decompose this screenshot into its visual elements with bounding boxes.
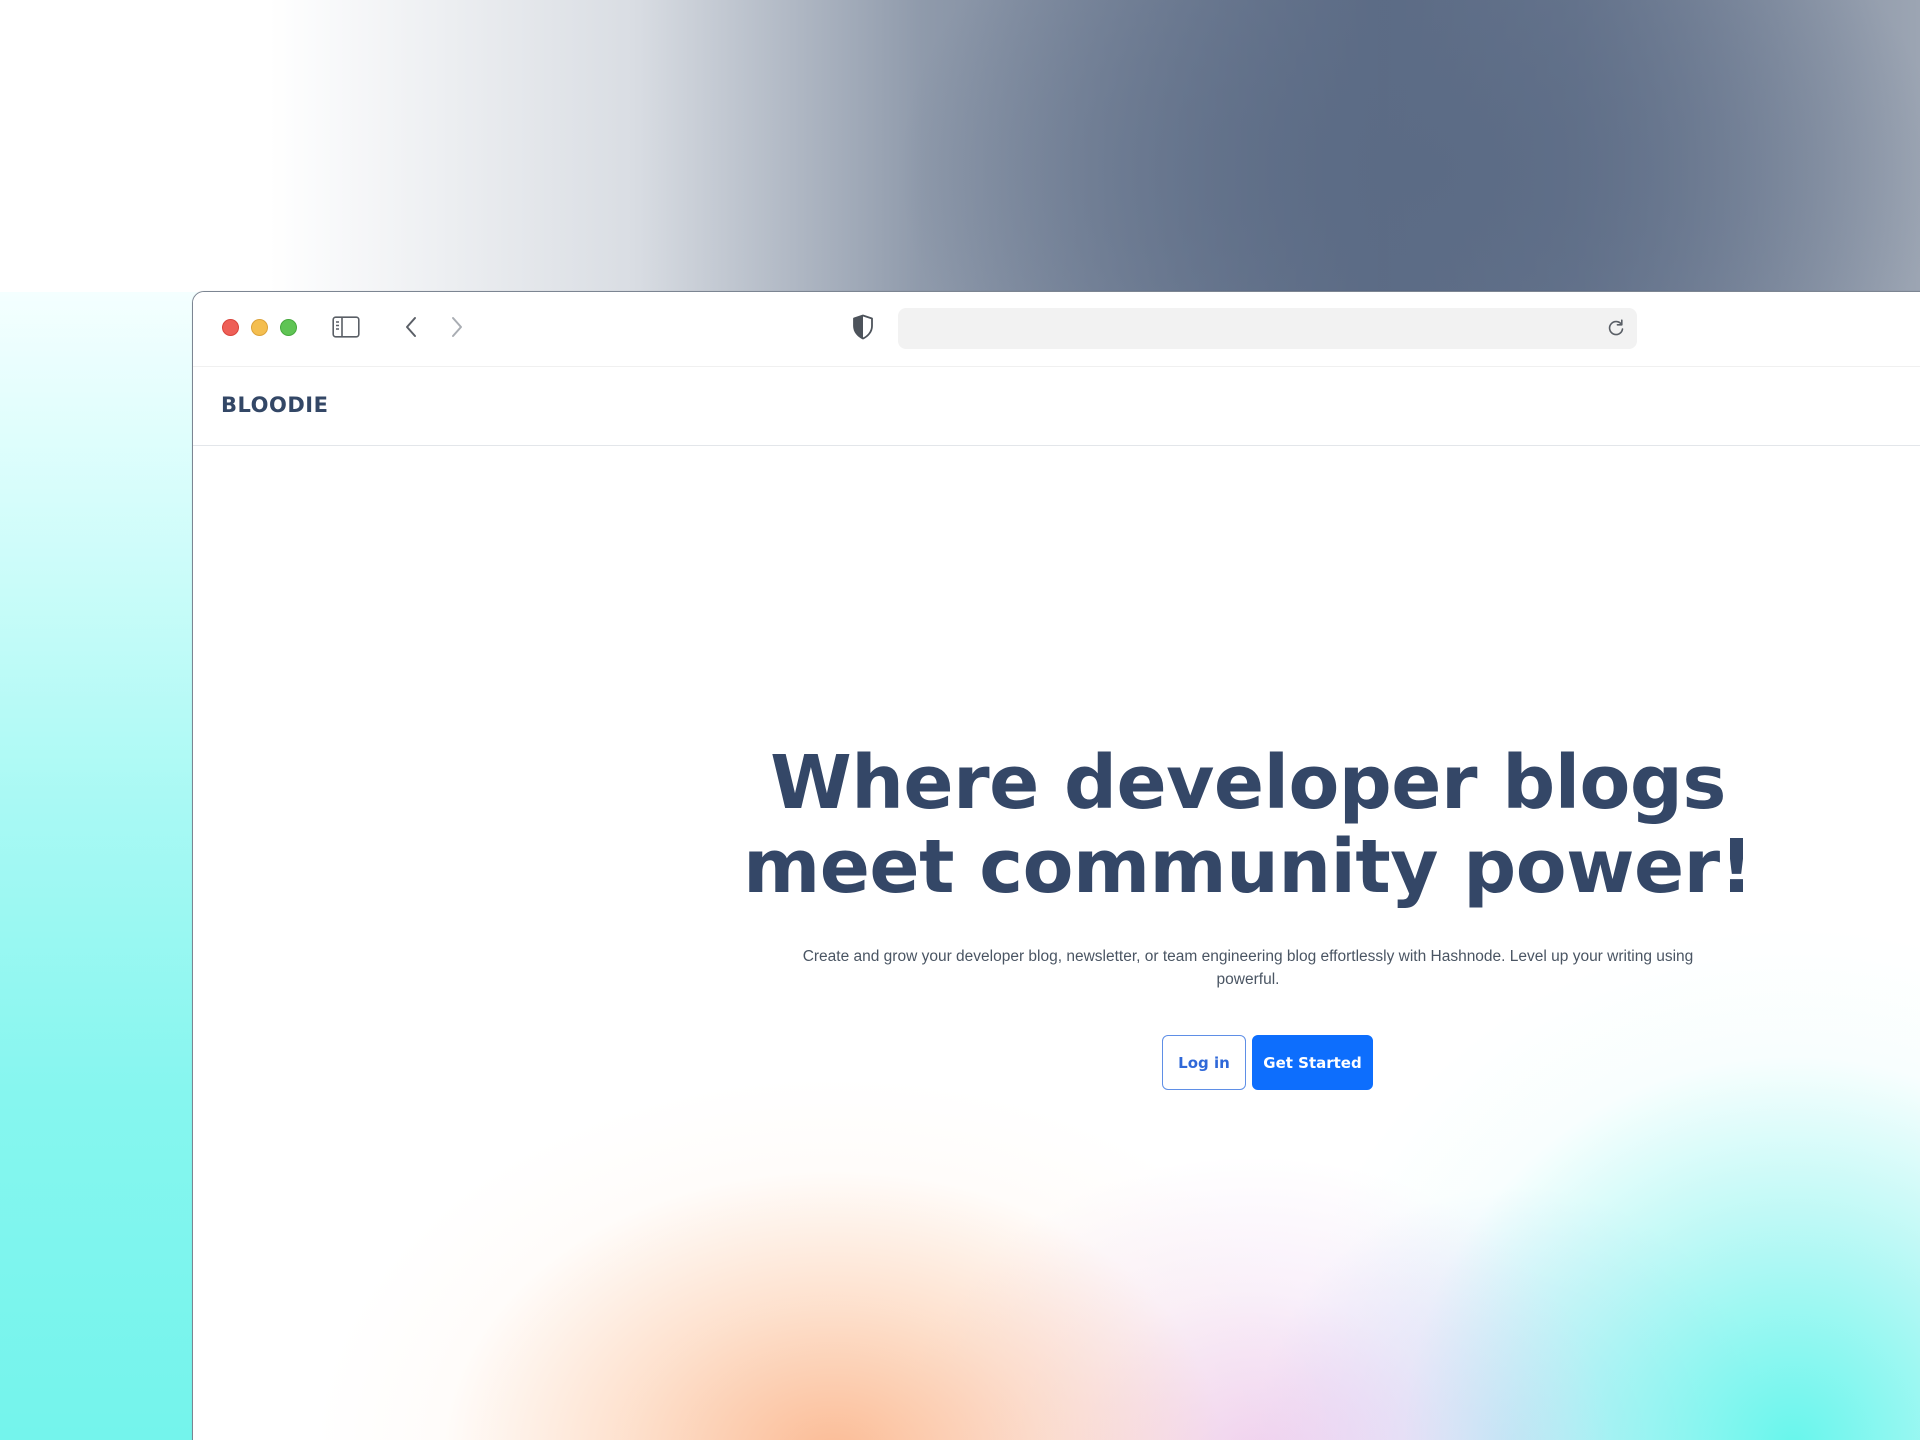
hero-actions: Log in Get Started <box>1162 1035 1373 1090</box>
browser-toolbar <box>193 292 1920 367</box>
zoom-window-button[interactable] <box>280 319 297 336</box>
hero-subtitle: Create and grow your developer blog, new… <box>802 948 1694 988</box>
close-window-button[interactable] <box>222 319 239 336</box>
reload-icon[interactable] <box>1604 316 1628 340</box>
login-button[interactable]: Log in <box>1162 1035 1246 1090</box>
hero-section: Where developer blogs meet community pow… <box>193 446 1920 1440</box>
minimize-window-button[interactable] <box>251 319 268 336</box>
brand-logo[interactable]: BLOODIE <box>221 393 328 417</box>
desktop-background: BLOODIE Where developer blogs meet commu… <box>0 0 1920 1440</box>
site-header: BLOODIE <box>193 367 1920 446</box>
get-started-button[interactable]: Get Started <box>1252 1035 1373 1090</box>
address-bar-input[interactable] <box>898 308 1637 349</box>
chevron-right-icon[interactable] <box>444 312 470 342</box>
shield-icon[interactable] <box>848 312 878 342</box>
chevron-left-icon[interactable] <box>398 312 424 342</box>
sidebar-icon[interactable] <box>331 312 361 342</box>
browser-window: BLOODIE Where developer blogs meet commu… <box>192 291 1920 1440</box>
hero-headline: Where developer blogs meet community pow… <box>743 740 1753 910</box>
